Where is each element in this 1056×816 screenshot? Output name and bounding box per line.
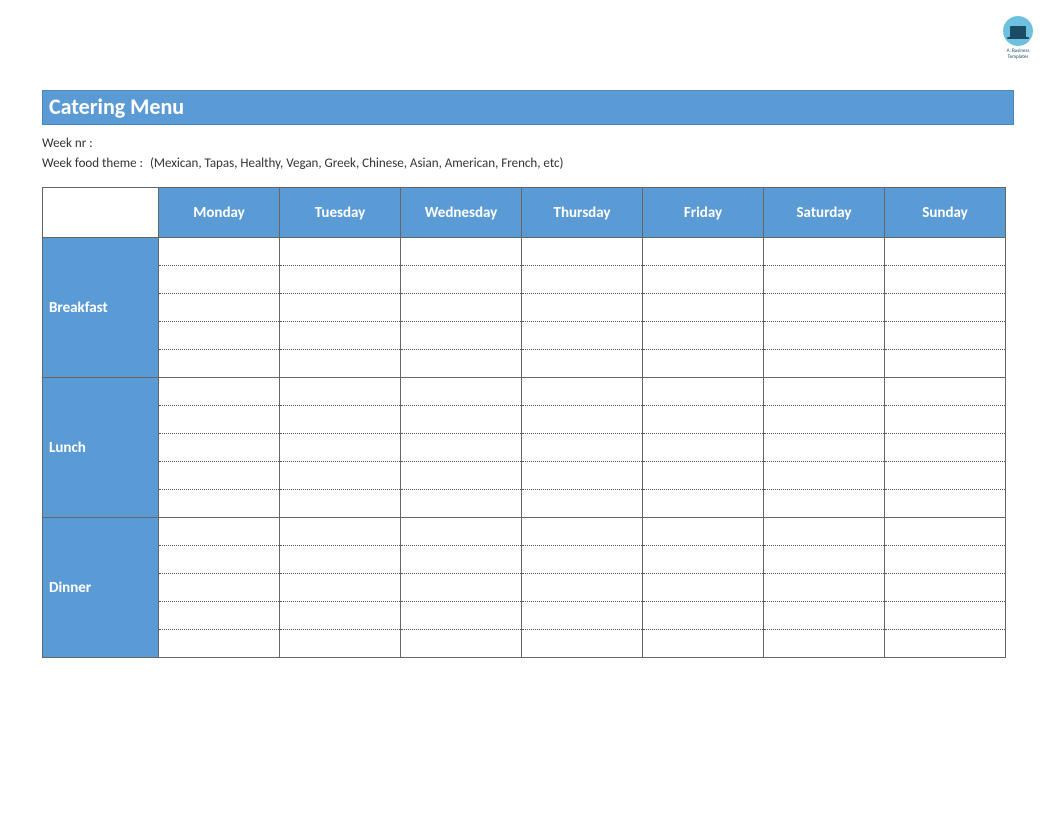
menu-cell[interactable] (764, 378, 885, 518)
theme-label: Week food theme : (42, 156, 143, 171)
document-page: Catering Menu Week nr : Week food theme … (0, 0, 1056, 678)
day-header: Thursday (522, 188, 643, 238)
table-corner (43, 188, 159, 238)
menu-cell[interactable] (280, 238, 401, 378)
day-header: Friday (643, 188, 764, 238)
menu-cell[interactable] (401, 518, 522, 658)
meta-block: Week nr : Week food theme : (Mexican, Ta… (42, 135, 1014, 173)
menu-table: Monday Tuesday Wednesday Thursday Friday… (42, 187, 1006, 658)
brand-logo: A: Business Templates (1000, 16, 1036, 60)
day-header: Monday (159, 188, 280, 238)
menu-cell[interactable] (764, 238, 885, 378)
page-title: Catering Menu (42, 90, 1014, 125)
menu-cell[interactable] (522, 238, 643, 378)
menu-cell[interactable] (401, 378, 522, 518)
week-nr-label: Week nr : (42, 136, 93, 151)
menu-cell[interactable] (280, 518, 401, 658)
menu-cell[interactable] (885, 378, 1006, 518)
menu-cell[interactable] (522, 378, 643, 518)
meal-header: Lunch (43, 378, 159, 518)
day-header: Wednesday (401, 188, 522, 238)
menu-cell[interactable] (522, 518, 643, 658)
day-header: Tuesday (280, 188, 401, 238)
menu-cell[interactable] (885, 518, 1006, 658)
menu-cell[interactable] (280, 378, 401, 518)
day-header: Sunday (885, 188, 1006, 238)
menu-cell[interactable] (401, 238, 522, 378)
laptop-icon (1003, 16, 1033, 46)
menu-cell[interactable] (159, 518, 280, 658)
menu-cell[interactable] (643, 238, 764, 378)
meal-header: Dinner (43, 518, 159, 658)
menu-cell[interactable] (159, 238, 280, 378)
brand-text-2: Templates (1000, 54, 1036, 60)
menu-cell[interactable] (159, 378, 280, 518)
menu-cell[interactable] (643, 518, 764, 658)
day-header: Saturday (764, 188, 885, 238)
menu-cell[interactable] (764, 518, 885, 658)
menu-cell[interactable] (885, 238, 1006, 378)
meal-header: Breakfast (43, 238, 159, 378)
menu-cell[interactable] (643, 378, 764, 518)
theme-value[interactable]: (Mexican, Tapas, Healthy, Vegan, Greek, … (150, 156, 564, 171)
